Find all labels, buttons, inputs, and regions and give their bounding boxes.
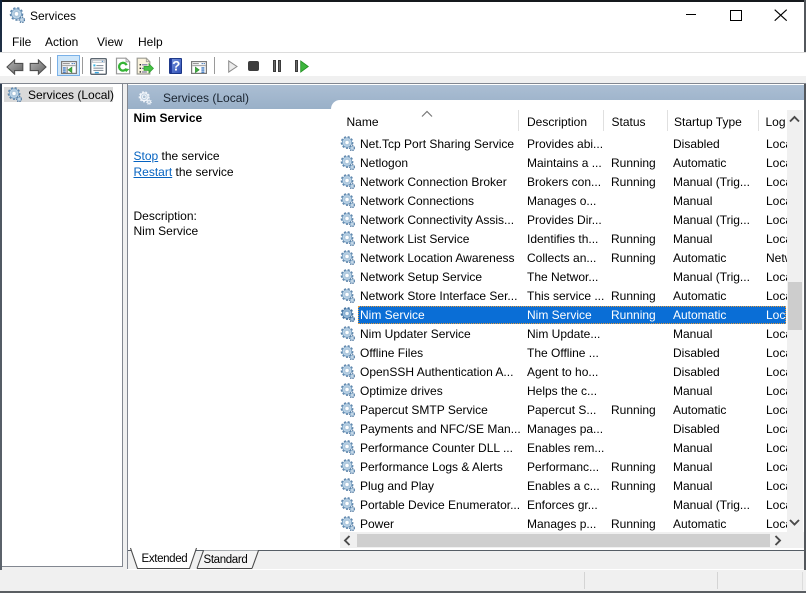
svg-text:?: ? xyxy=(172,58,180,73)
